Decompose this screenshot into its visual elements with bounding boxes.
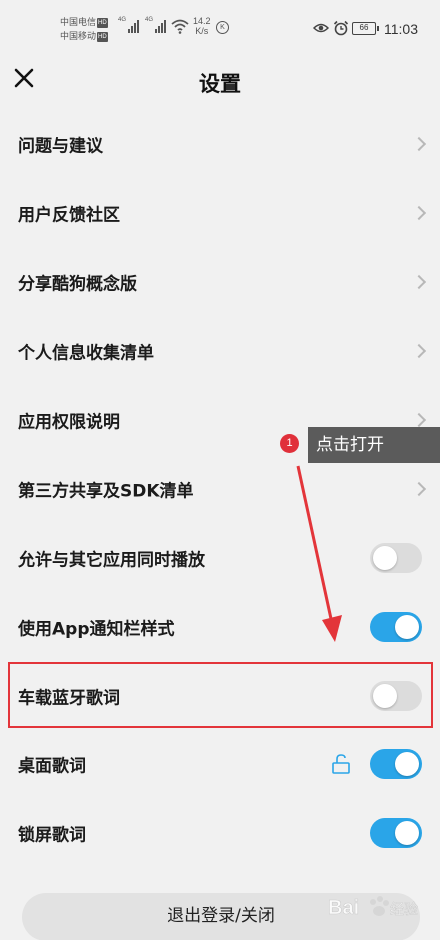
- chevron-right-icon: [411, 275, 427, 290]
- step-badge: 1: [280, 434, 299, 453]
- settings-row[interactable]: 用户反馈社区: [0, 179, 440, 248]
- toggle-knob: [373, 545, 397, 570]
- paw-icon: Bai 经验: [328, 896, 418, 919]
- settings-row[interactable]: 个人信息收集清单: [0, 317, 440, 386]
- settings-row: 桌面歌词: [0, 730, 440, 799]
- settings-row-label: 锁屏歌词: [18, 825, 86, 846]
- settings-row-label: 允许与其它应用同时播放: [18, 550, 205, 571]
- toggle-knob: [395, 821, 419, 846]
- network-speed: 14.2 K/s: [193, 16, 211, 36]
- chevron-right-icon: [411, 137, 427, 152]
- chevron-right-icon: [411, 412, 427, 428]
- settings-row[interactable]: 分享酷狗概念版: [0, 248, 440, 317]
- toggle-switch[interactable]: [370, 749, 422, 780]
- settings-row-label: 分享酷狗概念版: [18, 274, 137, 295]
- signal-icon: 4G: [118, 17, 140, 33]
- alarm-icon: [333, 20, 349, 36]
- toggle-switch[interactable]: [370, 542, 422, 573]
- settings-row: 使用App通知栏样式: [0, 592, 440, 661]
- annotation-tooltip: 点击打开: [308, 427, 440, 463]
- svg-text:经验: 经验: [390, 902, 418, 918]
- settings-row[interactable]: 问题与建议: [0, 110, 440, 179]
- chevron-right-icon: [411, 344, 427, 359]
- settings-row-label: 桌面歌词: [18, 756, 86, 777]
- settings-row-label: 应用权限说明: [18, 412, 120, 433]
- settings-row-label: 使用App通知栏样式: [18, 619, 175, 640]
- k-icon: K: [216, 21, 229, 34]
- settings-list: 问题与建议用户反馈社区 分享酷狗概念版 个人信息收集清单 应用权限说明第三方共享及SD…: [0, 110, 440, 868]
- chevron-right-icon: [411, 206, 427, 221]
- carrier-2: 中国移动 HD: [60, 31, 108, 42]
- settings-row: 允许与其它应用同时播放: [0, 523, 440, 592]
- eye-icon: [313, 23, 329, 33]
- svg-text:Bai: Bai: [328, 897, 359, 919]
- toggle-knob: [395, 752, 419, 777]
- settings-row: 锁屏歌词: [0, 799, 440, 868]
- battery-icon: 66: [352, 22, 379, 35]
- watermark: Bai 经验: [326, 888, 426, 928]
- status-bar: 中国电信 HD 中国移动 HD 4G 4G 14.2 K/s K 66 11:03: [0, 0, 440, 58]
- toggle-switch[interactable]: [370, 611, 422, 642]
- settings-row-label: 个人信息收集清单: [18, 343, 154, 364]
- settings-row-label: 用户反馈社区: [18, 205, 120, 226]
- settings-row-label: 问题与建议: [18, 136, 103, 157]
- toggle-knob: [395, 614, 419, 639]
- header: 设置: [0, 58, 440, 106]
- highlight-box: [8, 662, 433, 728]
- settings-row-label: 第三方共享及SDK清单: [18, 481, 194, 502]
- page-title: 设置: [199, 72, 241, 96]
- chevron-right-icon: [411, 481, 427, 496]
- unlock-icon[interactable]: [330, 753, 352, 775]
- wifi-icon: [171, 19, 189, 34]
- settings-row[interactable]: 第三方共享及SDK清单: [0, 454, 440, 523]
- carrier-1: 中国电信 HD: [60, 17, 108, 28]
- signal-icon: 4G: [145, 17, 167, 33]
- clock: 11:03: [384, 21, 418, 37]
- toggle-switch[interactable]: [370, 818, 422, 849]
